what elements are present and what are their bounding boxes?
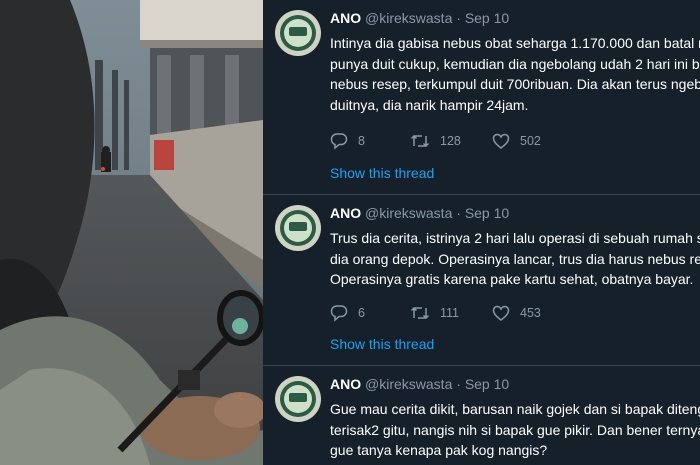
tweet-text: Trus dia cerita, istrinya 2 hari lalu op… xyxy=(330,228,700,290)
separator: · xyxy=(456,205,461,221)
avatar[interactable] xyxy=(275,376,321,422)
retweet-count: 128 xyxy=(440,134,461,148)
tweet-text-line: Gue mau cerita dikit, barusan naik gojek… xyxy=(330,401,700,417)
separator: · xyxy=(456,10,461,26)
retweet-icon xyxy=(410,134,430,148)
embedded-photo xyxy=(0,0,263,465)
display-name[interactable]: ANO xyxy=(330,376,361,392)
retweet-button[interactable]: 128 xyxy=(410,131,461,151)
heart-icon xyxy=(492,305,510,321)
reply-icon xyxy=(330,305,348,322)
tweet-feed: ANO @kirekswasta · Sep 10 Intinya dia ga… xyxy=(263,0,700,465)
show-thread-link[interactable]: Show this thread xyxy=(330,336,434,352)
tweet-actions: 8 128 502 xyxy=(330,131,610,151)
timestamp[interactable]: Sep 10 xyxy=(465,205,509,221)
like-button[interactable]: 502 xyxy=(492,131,541,151)
avatar[interactable] xyxy=(275,205,321,251)
reply-icon xyxy=(330,133,348,150)
tweet-header: ANO @kirekswasta · Sep 10 xyxy=(330,10,509,26)
tweet-text-line: nebus resep, terkumpul duit 700ribuan. D… xyxy=(330,76,700,92)
reply-count: 8 xyxy=(358,134,365,148)
tweet-text-line: gue tanya kenapa pak kog nangis? xyxy=(330,442,548,458)
retweet-icon xyxy=(410,306,430,320)
separator: · xyxy=(456,376,461,392)
heart-icon xyxy=(492,133,510,149)
like-count: 502 xyxy=(520,134,541,148)
reply-count: 6 xyxy=(358,306,365,320)
road-photo xyxy=(0,0,263,465)
tweet-text-line: Operasinya gratis karena pake kartu seha… xyxy=(330,271,694,287)
tweet-text-line: dia orang depok. Operasinya lancar, trus… xyxy=(330,250,700,267)
display-name[interactable]: ANO xyxy=(330,10,361,26)
like-button[interactable]: 453 xyxy=(492,303,541,323)
tweet-text-line: duitnya, dia narik hampir 24jam. xyxy=(330,96,529,113)
tweet-text: Intinya dia gabisa nebus obat seharga 1.… xyxy=(330,33,700,115)
divider xyxy=(263,194,700,195)
show-thread-link[interactable]: Show this thread xyxy=(330,165,434,181)
tweet-actions: 6 111 453 xyxy=(330,303,610,323)
handle[interactable]: @kirekswasta xyxy=(365,10,452,26)
retweet-count: 111 xyxy=(440,306,460,320)
tweet-header: ANO @kirekswasta · Sep 10 xyxy=(330,376,509,392)
timestamp[interactable]: Sep 10 xyxy=(465,10,509,26)
handle[interactable]: @kirekswasta xyxy=(365,376,452,392)
tweet-header: ANO @kirekswasta · Sep 10 xyxy=(330,205,509,221)
reply-button[interactable]: 6 xyxy=(330,303,365,323)
avatar[interactable] xyxy=(275,10,321,56)
like-count: 453 xyxy=(520,306,541,320)
handle[interactable]: @kirekswasta xyxy=(365,205,452,221)
reply-button[interactable]: 8 xyxy=(330,131,365,151)
timestamp[interactable]: Sep 10 xyxy=(465,376,509,392)
tweet-text-line: Intinya dia gabisa nebus obat seharga 1.… xyxy=(330,35,700,51)
tweet-text-line: Trus dia cerita, istrinya 2 hari lalu op… xyxy=(330,230,700,246)
display-name[interactable]: ANO xyxy=(330,205,361,221)
tweet-text: Gue mau cerita dikit, barusan naik gojek… xyxy=(330,399,700,461)
tweet-text-line: terisak2 gitu, nangis nih si bapak gue p… xyxy=(330,421,700,438)
retweet-button[interactable]: 111 xyxy=(410,303,459,323)
divider xyxy=(263,365,700,366)
tweet-text-line: punya duit cukup, kemudian dia ngebolang… xyxy=(330,55,700,72)
